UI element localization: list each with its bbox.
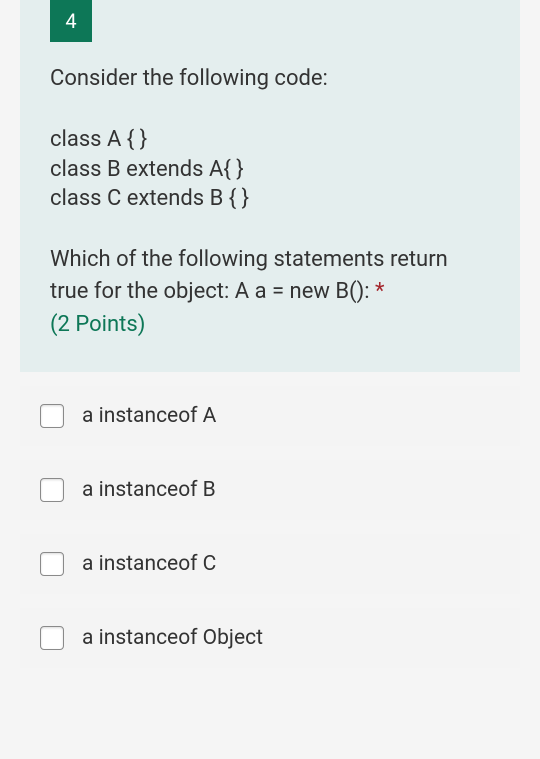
checkbox-icon[interactable] (40, 552, 64, 576)
question-prompt: Consider the following code: (50, 62, 490, 95)
options-list: a instanceof A a instanceof B a instance… (20, 386, 520, 668)
option-a[interactable]: a instanceof A (20, 386, 520, 446)
question-number-text: 4 (65, 9, 76, 33)
checkbox-icon[interactable] (40, 404, 64, 428)
option-label: a instanceof C (82, 552, 216, 576)
option-label: a instanceof A (82, 404, 216, 428)
question-follow-text: Which of the following statements return… (50, 244, 490, 308)
option-label: a instanceof Object (82, 626, 263, 650)
checkbox-icon[interactable] (40, 626, 64, 650)
code-line: class C extends B { } (50, 184, 490, 214)
follow-text-content: Which of the following statements return… (50, 247, 448, 304)
code-line: class A { } (50, 125, 490, 155)
code-block: class A { } class B extends A{ } class C… (50, 125, 490, 214)
points-label: (2 Points) (50, 312, 490, 337)
question-card: 4 Consider the following code: class A {… (20, 0, 520, 372)
checkbox-icon[interactable] (40, 478, 64, 502)
option-b[interactable]: a instanceof B (20, 460, 520, 520)
option-label: a instanceof B (82, 478, 216, 502)
option-c[interactable]: a instanceof C (20, 534, 520, 594)
code-line: class B extends A{ } (50, 155, 490, 185)
question-number-badge: 4 (50, 0, 92, 42)
required-marker: * (375, 279, 384, 304)
option-d[interactable]: a instanceof Object (20, 608, 520, 668)
